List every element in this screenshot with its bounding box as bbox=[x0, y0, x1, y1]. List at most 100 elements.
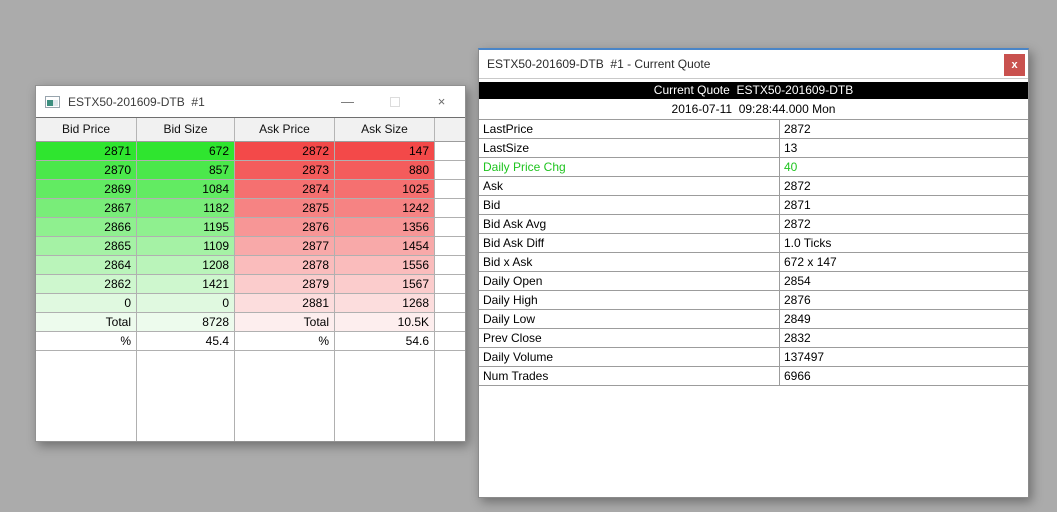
field-value: 40 bbox=[780, 158, 1028, 177]
field-value: 2872 bbox=[780, 120, 1028, 139]
ask-size-cell[interactable]: 880 bbox=[335, 161, 435, 180]
depth-table-header: Bid Price Bid Size Ask Price Ask Size bbox=[36, 118, 465, 142]
row-stub-cell bbox=[435, 142, 465, 161]
quote-row: Bid x Ask 672 x 147 bbox=[479, 253, 1028, 272]
quote-row: Bid Ask Avg 2872 bbox=[479, 215, 1028, 234]
quote-window-titlebar[interactable]: ESTX50-201609-DTB #1 - Current Quote x bbox=[479, 50, 1028, 79]
bid-size-cell[interactable]: 1421 bbox=[137, 275, 235, 294]
bid-price-cell[interactable]: 2866 bbox=[36, 218, 137, 237]
field-label: Bid bbox=[479, 196, 780, 215]
field-value: 2872 bbox=[780, 177, 1028, 196]
depth-row: 2870 857 2873 880 bbox=[36, 161, 465, 180]
close-button[interactable]: x bbox=[1004, 54, 1025, 76]
row-stub-cell bbox=[435, 275, 465, 294]
quote-table: LastPrice 2872 LastSize 13 Daily Price C… bbox=[479, 120, 1028, 386]
ask-size-cell[interactable]: 1454 bbox=[335, 237, 435, 256]
field-label: Daily Volume bbox=[479, 348, 780, 367]
ask-size-cell[interactable]: 147 bbox=[335, 142, 435, 161]
bid-price-cell[interactable]: 0 bbox=[36, 294, 137, 313]
quote-row: Ask 2872 bbox=[479, 177, 1028, 196]
column-header-bid-price: Bid Price bbox=[36, 118, 137, 142]
quote-row: Daily High 2876 bbox=[479, 291, 1028, 310]
quote-row: Daily Price Chg 40 bbox=[479, 158, 1028, 177]
row-stub-cell bbox=[435, 237, 465, 256]
ask-size-cell[interactable]: 1356 bbox=[335, 218, 435, 237]
bid-price-cell[interactable]: 2864 bbox=[36, 256, 137, 275]
ask-price-cell[interactable]: 2872 bbox=[235, 142, 335, 161]
field-value: 2871 bbox=[780, 196, 1028, 215]
field-value: 1.0 Ticks bbox=[780, 234, 1028, 253]
quote-window-title: ESTX50-201609-DTB #1 - Current Quote bbox=[487, 57, 711, 71]
quote-row: Num Trades 6966 bbox=[479, 367, 1028, 386]
quote-row: LastPrice 2872 bbox=[479, 120, 1028, 139]
row-stub-cell bbox=[435, 199, 465, 218]
ask-total-value: 10.5K bbox=[335, 313, 435, 332]
ask-size-cell[interactable]: 1567 bbox=[335, 275, 435, 294]
ask-price-cell[interactable]: 2874 bbox=[235, 180, 335, 199]
bid-price-cell[interactable]: 2865 bbox=[36, 237, 137, 256]
column-header-ask-size: Ask Size bbox=[335, 118, 435, 142]
window-controls: — × bbox=[324, 86, 465, 117]
field-label: Num Trades bbox=[479, 367, 780, 386]
row-stub-cell bbox=[435, 332, 465, 351]
bid-price-cell[interactable]: 2867 bbox=[36, 199, 137, 218]
app-window-icon bbox=[45, 95, 60, 108]
ask-price-cell[interactable]: 2873 bbox=[235, 161, 335, 180]
bid-size-cell[interactable]: 1084 bbox=[137, 180, 235, 199]
bid-total-label: Total bbox=[36, 313, 137, 332]
column-header-bid-size: Bid Size bbox=[137, 118, 235, 142]
ask-size-cell[interactable]: 1242 bbox=[335, 199, 435, 218]
depth-table: Bid Price Bid Size Ask Price Ask Size 28… bbox=[36, 117, 465, 441]
ask-size-cell[interactable]: 1268 bbox=[335, 294, 435, 313]
field-value: 672 x 147 bbox=[780, 253, 1028, 272]
bid-size-cell[interactable]: 857 bbox=[137, 161, 235, 180]
depth-row: 2864 1208 2878 1556 bbox=[36, 256, 465, 275]
bid-price-cell[interactable]: 2870 bbox=[36, 161, 137, 180]
ask-price-cell[interactable]: 2876 bbox=[235, 218, 335, 237]
field-label: Bid x Ask bbox=[479, 253, 780, 272]
ask-size-cell[interactable]: 1025 bbox=[335, 180, 435, 199]
ask-price-cell[interactable]: 2875 bbox=[235, 199, 335, 218]
ask-size-cell[interactable]: 1556 bbox=[335, 256, 435, 275]
column-header-stub bbox=[435, 118, 465, 142]
bid-size-cell[interactable]: 0 bbox=[137, 294, 235, 313]
bid-size-cell[interactable]: 1109 bbox=[137, 237, 235, 256]
close-button[interactable]: × bbox=[418, 86, 465, 117]
bid-price-cell[interactable]: 2869 bbox=[36, 180, 137, 199]
percent-row: % 45.4 % 54.6 bbox=[36, 332, 465, 351]
row-stub-cell bbox=[435, 161, 465, 180]
field-label: Daily Low bbox=[479, 310, 780, 329]
quote-row: Daily Open 2854 bbox=[479, 272, 1028, 291]
depth-window-titlebar[interactable]: ESTX50-201609-DTB #1 — × bbox=[36, 86, 465, 117]
maximize-button[interactable] bbox=[371, 86, 418, 117]
quote-banner: Current Quote ESTX50-201609-DTB bbox=[479, 82, 1028, 99]
field-value: 2876 bbox=[780, 291, 1028, 310]
ask-price-cell[interactable]: 2878 bbox=[235, 256, 335, 275]
quote-row: LastSize 13 bbox=[479, 139, 1028, 158]
field-label: Bid Ask Diff bbox=[479, 234, 780, 253]
row-stub-cell bbox=[435, 180, 465, 199]
field-label: Prev Close bbox=[479, 329, 780, 348]
ask-price-cell[interactable]: 2879 bbox=[235, 275, 335, 294]
depth-row: 0 0 2881 1268 bbox=[36, 294, 465, 313]
bid-size-cell[interactable]: 1208 bbox=[137, 256, 235, 275]
ask-price-cell[interactable]: 2877 bbox=[235, 237, 335, 256]
bid-price-cell[interactable]: 2871 bbox=[36, 142, 137, 161]
bid-size-cell[interactable]: 1182 bbox=[137, 199, 235, 218]
field-label: Daily Price Chg bbox=[479, 158, 780, 177]
column-header-ask-price: Ask Price bbox=[235, 118, 335, 142]
field-label: Daily High bbox=[479, 291, 780, 310]
row-stub-cell bbox=[435, 294, 465, 313]
row-stub-cell bbox=[435, 218, 465, 237]
total-row: Total 8728 Total 10.5K bbox=[36, 313, 465, 332]
field-value: 6966 bbox=[780, 367, 1028, 386]
quote-row: Bid Ask Diff 1.0 Ticks bbox=[479, 234, 1028, 253]
quote-row: Prev Close 2832 bbox=[479, 329, 1028, 348]
depth-window: ESTX50-201609-DTB #1 — × Bid Price Bid S… bbox=[35, 85, 466, 442]
ask-price-cell[interactable]: 2881 bbox=[235, 294, 335, 313]
bid-size-cell[interactable]: 1195 bbox=[137, 218, 235, 237]
depth-row: 2862 1421 2879 1567 bbox=[36, 275, 465, 294]
minimize-button[interactable]: — bbox=[324, 86, 371, 117]
bid-price-cell[interactable]: 2862 bbox=[36, 275, 137, 294]
bid-size-cell[interactable]: 672 bbox=[137, 142, 235, 161]
